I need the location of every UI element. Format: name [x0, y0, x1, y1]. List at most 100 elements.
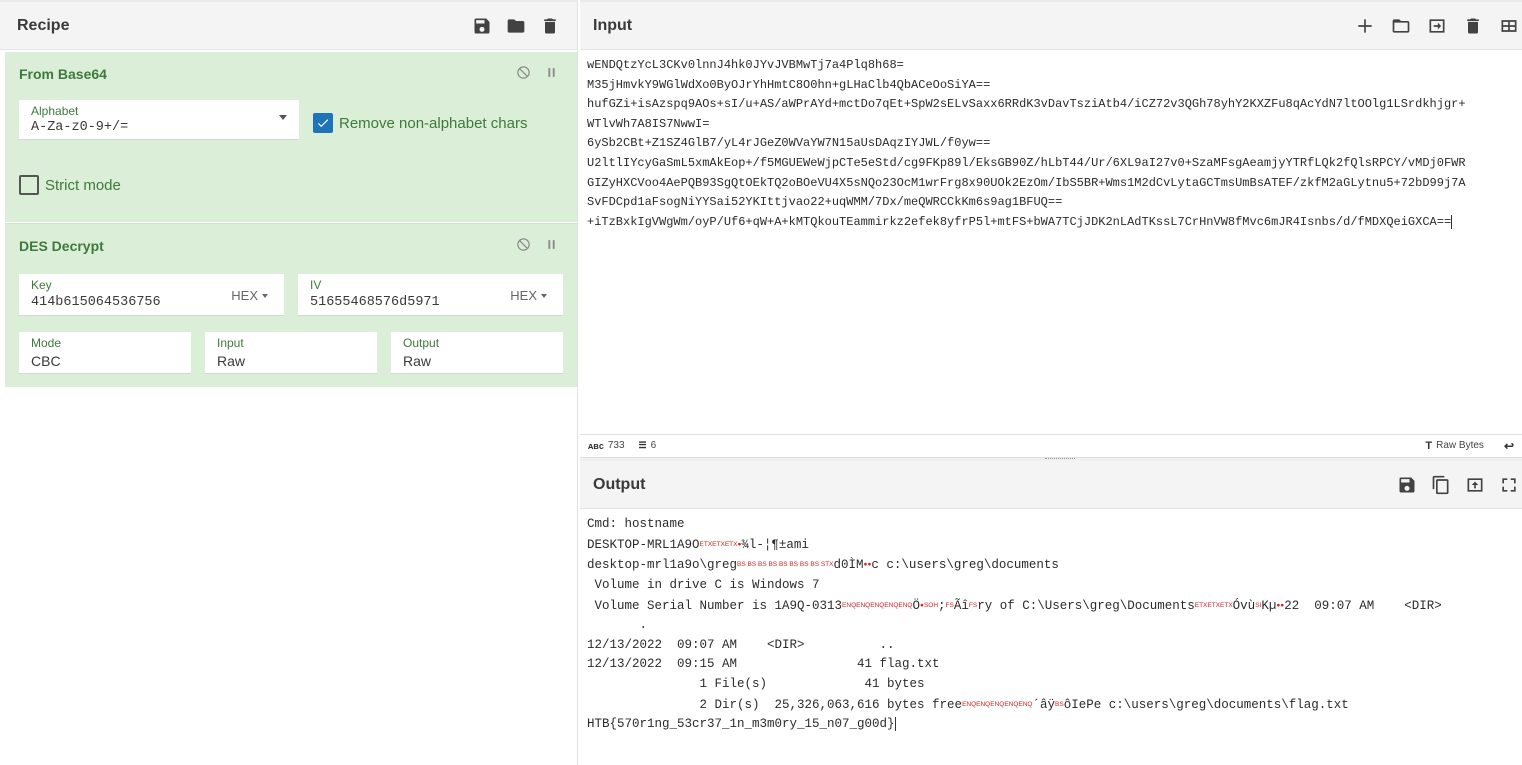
input-line: U2ltlIYcyGaSmL5xmAkEop+/f5MGUEWeWjpCTe5e… [587, 155, 1466, 170]
output-text: DESKTOP-MRL1A9O [587, 537, 700, 552]
line-count: ☰ 6 [639, 440, 657, 451]
output-format-value: Raw [403, 353, 432, 369]
pause-breakpoint-icon[interactable] [543, 64, 559, 80]
output-text: ry of C:\Users\greg\Documents [977, 598, 1195, 613]
key-value: 414b615064536756 [31, 295, 161, 310]
clear-recipe-trash-icon[interactable] [539, 15, 561, 37]
iv-format-label: HEX [510, 288, 537, 303]
output-line: 12/13/2022 09:07 AM <DIR> .. [587, 637, 895, 652]
replace-input-with-output-icon[interactable] [1464, 474, 1486, 496]
operation-title: From Base64 [19, 66, 107, 82]
output-text: Ö [912, 598, 920, 613]
output-textarea[interactable]: Cmd: hostname DESKTOP-MRL1A9OETXETXETX●¾l… [587, 515, 1522, 735]
output-text: Ãî [953, 598, 969, 613]
mode-value: CBC [31, 353, 61, 369]
control-char: ENQENQENQENQENQ [962, 700, 1033, 708]
output-text: Volume Serial Number is 1A9Q-0313 [587, 598, 843, 613]
output-line: Volume Serial Number is 1A9Q-0313ENQENQE… [587, 596, 1522, 617]
output-text: d0ÌM [833, 558, 864, 573]
strict-mode-checkbox[interactable]: Strict mode [19, 175, 121, 195]
add-tab-plus-icon[interactable] [1354, 15, 1376, 37]
key-format-label: HEX [231, 288, 258, 303]
load-recipe-folder-icon[interactable] [505, 15, 527, 37]
alphabet-label: Alphabet [31, 104, 79, 118]
operation-des-decrypt[interactable]: DES Decrypt Key 414b615064536756 HEX IV … [5, 223, 577, 387]
input-status-bar: ᴀʙᴄ 733 ☰ 6 T Raw Bytes ↩ [580, 434, 1522, 456]
key-format-dropdown[interactable]: HEX [231, 288, 268, 303]
open-file-input-icon[interactable] [1426, 15, 1448, 37]
flag-text: HTB{570r1ng_53cr37_1n_m3m0ry_15_n07_g00d… [587, 717, 895, 732]
operation-from-base64[interactable]: From Base64 Alphabet A-Za-z0-9+/= Remove… [5, 52, 577, 222]
eol-return-icon[interactable]: ↩ [1504, 439, 1514, 453]
char-count-value: 733 [607, 440, 625, 451]
input-header: Input [580, 0, 1522, 50]
abc-length-icon: ᴀʙᴄ [588, 440, 604, 451]
iv-input[interactable]: IV 51655468576d5971 HEX [298, 274, 563, 316]
chevron-down-icon [541, 293, 547, 298]
control-char: ETXETXETX [1194, 601, 1233, 609]
encoding-selector[interactable]: T Raw Bytes [1425, 440, 1484, 452]
save-output-icon[interactable] [1396, 474, 1418, 496]
text-cursor [894, 717, 896, 732]
input-format-value: Raw [217, 353, 246, 369]
chevron-down-icon [279, 115, 287, 120]
remove-non-alphabet-label: Remove non-alphabet chars [339, 114, 528, 132]
copy-output-icon[interactable] [1430, 474, 1452, 496]
input-textarea[interactable]: wENDQtzYcL3CKv0lnnJ4hk0JYvJVBMwTj7a4Plq8… [587, 56, 1522, 232]
input-line: +iTzBxkIgVWgWm/oyP/Uf6+qW+A+kMTQkouTEamm… [587, 214, 1452, 229]
checkbox-checked-icon[interactable] [313, 113, 333, 133]
open-folder-icon[interactable] [1390, 15, 1412, 37]
output-text: ; [938, 598, 946, 613]
lines-icon: ☰ [638, 440, 647, 450]
input-line: wENDQtzYcL3CKv0lnnJ4hk0JYvJVBMwTj7a4Plq8… [587, 58, 904, 72]
encoding-value: Raw Bytes [1436, 440, 1484, 451]
input-line-last: +iTzBxkIgVWgWm/oyP/Uf6+qW+A+kMTQkouTEamm… [587, 213, 1522, 233]
maximise-output-icon[interactable] [1498, 474, 1520, 496]
input-title: Input [593, 16, 633, 34]
pause-breakpoint-icon[interactable] [543, 236, 559, 252]
control-char: BS [1055, 700, 1064, 708]
iv-value: 51655468576d5971 [310, 295, 440, 310]
layout-tiles-icon[interactable] [1498, 15, 1520, 37]
output-line: 2 Dir(s) 25,326,063,616 bytes freeENQENQ… [587, 695, 1522, 716]
line-count-value: 6 [650, 440, 657, 451]
remove-non-alphabet-checkbox[interactable]: Remove non-alphabet chars [313, 113, 527, 133]
output-line: Volume in drive C is Windows 7 [587, 577, 820, 592]
strict-mode-label: Strict mode [45, 176, 121, 194]
output-text: ôIePe c:\users\greg\documents\flag.txt [1063, 697, 1349, 712]
input-format-select[interactable]: Input Raw [205, 332, 377, 374]
output-line: Cmd: hostname [587, 517, 685, 531]
recipe-pane: Recipe From Base64 Alphabet A-Za-z0-9+/=… [0, 0, 578, 765]
output-text: ¾l-¦¶±ami [741, 537, 809, 552]
mode-select[interactable]: Mode CBC [19, 332, 191, 374]
output-text: Óvù [1232, 598, 1256, 613]
iv-label: IV [310, 278, 322, 292]
save-recipe-icon[interactable] [471, 15, 493, 37]
input-line: SvFDCpd1aFsogNiYYSai52YKIttjvao22+uqWMM/… [587, 195, 1063, 210]
disable-operation-icon[interactable] [515, 236, 531, 252]
char-count: ᴀʙᴄ 733 [588, 440, 625, 451]
clear-input-trash-icon[interactable] [1462, 15, 1484, 37]
control-char: ENQENQENQENQENQ [842, 601, 913, 609]
output-line: 12/13/2022 09:15 AM 41 flag.txt [587, 657, 940, 672]
input-line: 6ySb2CBt+Z1SZ4GlB7/yL4rJGeZ0WVaYW7N15aUs… [587, 136, 991, 151]
input-line: hufGZi+isAzspq9AOs+sI/u+AS/aWPrAYd+mctDo… [587, 97, 1466, 112]
resize-grip-icon[interactable] [1045, 458, 1075, 460]
recipe-header: Recipe [0, 0, 577, 50]
control-char: FS [945, 601, 954, 609]
text-cursor [1451, 214, 1453, 229]
output-pane: Output Cmd: hostname DESKTOP-MRL1A9O ETXET… [580, 461, 1522, 765]
output-text: 2 Dir(s) 25,326,063,616 bytes free [587, 697, 963, 712]
text-encoding-icon: T [1425, 439, 1433, 452]
alphabet-select[interactable]: Alphabet A-Za-z0-9+/= [19, 100, 299, 140]
key-input[interactable]: Key 414b615064536756 HEX [19, 274, 284, 316]
input-line: WTlvWh7A8IS7NwwI= [587, 116, 710, 131]
output-title: Output [593, 475, 646, 493]
iv-format-dropdown[interactable]: HEX [510, 288, 547, 303]
output-header: Output [580, 461, 1522, 509]
checkbox-unchecked-icon[interactable] [19, 175, 39, 195]
output-format-select[interactable]: Output Raw [391, 332, 563, 374]
output-text: Kµ [1261, 598, 1277, 613]
output-line: 1 File(s) 41 bytes [587, 677, 925, 692]
disable-operation-icon[interactable] [515, 64, 531, 80]
